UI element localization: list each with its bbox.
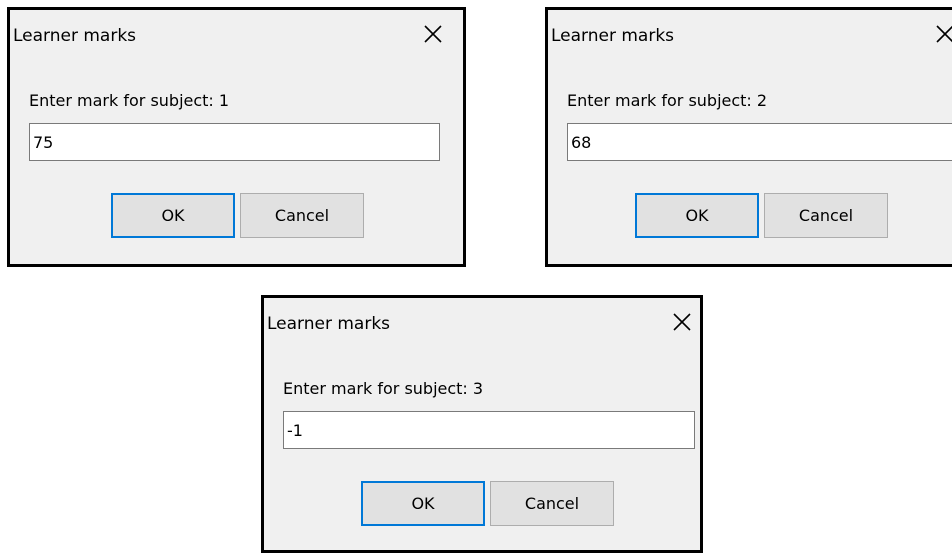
mark-input[interactable] [567,123,952,161]
dialog-prompt: Enter mark for subject: 3 [283,379,484,398]
close-icon[interactable] [422,23,444,45]
dialog-title: Learner marks [551,26,675,46]
mark-input[interactable] [283,411,695,449]
dialog-title: Learner marks [267,314,391,334]
close-icon[interactable] [671,311,693,333]
input-dialog-subject-2: Learner marks Enter mark for subject: 2 … [545,7,952,267]
cancel-button[interactable]: Cancel [240,193,364,238]
cancel-button[interactable]: Cancel [490,481,614,526]
input-dialog-subject-3: Learner marks Enter mark for subject: 3 … [261,295,703,553]
ok-button[interactable]: OK [111,193,235,238]
close-icon[interactable] [934,23,952,45]
ok-button[interactable]: OK [635,193,759,238]
mark-input[interactable] [29,123,440,161]
dialog-title: Learner marks [13,26,137,46]
cancel-button[interactable]: Cancel [764,193,888,238]
dialog-prompt: Enter mark for subject: 1 [29,91,230,110]
ok-button[interactable]: OK [361,481,485,526]
input-dialog-subject-1: Learner marks Enter mark for subject: 1 … [7,7,466,267]
dialog-prompt: Enter mark for subject: 2 [567,91,768,110]
